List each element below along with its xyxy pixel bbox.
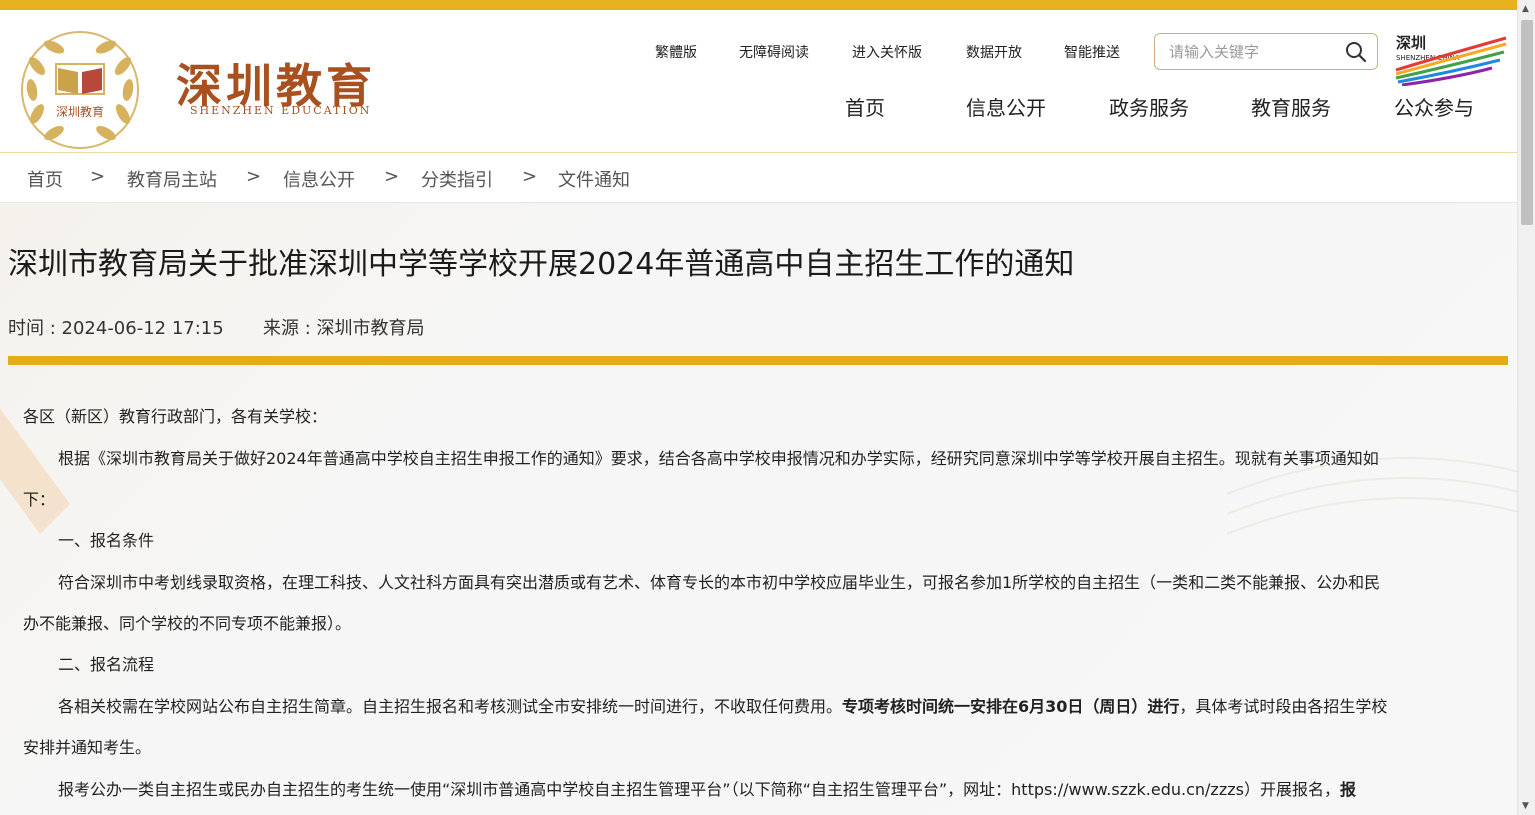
text-run: ，具体考试时段由各招生学校 bbox=[1179, 697, 1388, 716]
nav-public-participation[interactable]: 公众参与 bbox=[1394, 92, 1474, 121]
emblem-text: 深圳教育 bbox=[56, 104, 104, 119]
bold-text: 报 bbox=[1339, 780, 1356, 799]
paragraph: 根据《深圳市教育局关于做好2024年普通高中学校自主招生申报工作的通知》要求，结… bbox=[58, 449, 1379, 468]
bold-text: 专项考核时间统一安排在6月30日（周日）进行 bbox=[842, 697, 1180, 716]
text-run: 各相关校需在学校网站公布自主招生简章。自主招生报名和考核测试全市安排统一时间进行… bbox=[58, 697, 843, 716]
article-source: 来源 : 深圳市教育局 bbox=[263, 318, 425, 339]
article-title: 深圳市教育局关于批准深圳中学等学校开展2024年普通高中自主招生工作的通知 bbox=[8, 247, 1075, 282]
paragraph: 符合深圳市中考划线录取资格，在理工科技、人文社科方面具有突出潜质或有艺术、体育专… bbox=[58, 573, 1381, 592]
breadcrumb-home[interactable]: 首页 bbox=[27, 166, 63, 192]
breadcrumb-category-guide[interactable]: 分类指引 bbox=[421, 166, 493, 192]
top-accent-bar bbox=[0, 0, 1517, 10]
nav-info-disclosure[interactable]: 信息公开 bbox=[966, 92, 1046, 121]
breadcrumb-separator: > bbox=[90, 166, 106, 187]
open-data-link[interactable]: 数据开放 bbox=[966, 42, 1022, 62]
scroll-down-arrow-icon[interactable]: ▼ bbox=[1522, 801, 1529, 811]
nav-government-services[interactable]: 政务服务 bbox=[1109, 92, 1189, 121]
site-logo-subtitle: SHENZHEN EDUCATION bbox=[190, 104, 372, 117]
breadcrumb: 首页 > 教育局主站 > 信息公开 > 分类指引 > 文件通知 bbox=[0, 153, 1517, 203]
paragraph: 办不能兼报、同个学校的不同专项不能兼报）。 bbox=[23, 614, 352, 633]
search-input[interactable] bbox=[1169, 40, 1339, 64]
shenzhen-china-logo[interactable]: 深圳 SHENZHEN CHINA bbox=[1392, 30, 1510, 86]
paragraph: 各相关校需在学校网站公布自主招生简章。自主招生报名和考核测试全市安排统一时间进行… bbox=[23, 686, 1495, 727]
paragraph: 报考公办一类自主招生或民办自主招生的考生统一使用“深圳市普通高中学校自主招生管理… bbox=[23, 769, 1495, 810]
breadcrumb-separator: > bbox=[522, 166, 538, 187]
nav-home[interactable]: 首页 bbox=[845, 92, 885, 121]
title-divider bbox=[8, 356, 1508, 365]
scroll-up-arrow-icon[interactable]: ▲ bbox=[1522, 4, 1529, 14]
section-heading: 一、报名条件 bbox=[58, 531, 155, 550]
nav-education-services[interactable]: 教育服务 bbox=[1251, 92, 1331, 121]
article-content: 深圳市教育局关于批准深圳中学等学校开展2024年普通高中自主招生工作的通知 时间… bbox=[0, 204, 1517, 815]
accessibility-link[interactable]: 无障碍阅读 bbox=[739, 42, 809, 62]
emblem-logo[interactable]: 深圳教育 bbox=[18, 28, 142, 152]
paragraph: 安排并通知考生。 bbox=[23, 738, 152, 757]
smart-push-link[interactable]: 智能推送 bbox=[1064, 42, 1120, 62]
search-box bbox=[1154, 33, 1378, 70]
article-time: 时间 : 2024-06-12 17:15 bbox=[8, 318, 224, 339]
care-mode-link[interactable]: 进入关怀版 bbox=[852, 42, 922, 62]
breadcrumb-separator: > bbox=[246, 166, 262, 187]
search-icon[interactable] bbox=[1345, 41, 1367, 63]
traditional-chinese-link[interactable]: 繁體版 bbox=[655, 42, 697, 62]
breadcrumb-file-notice[interactable]: 文件通知 bbox=[558, 166, 630, 192]
breadcrumb-main-site[interactable]: 教育局主站 bbox=[127, 166, 217, 192]
china-logo-cn: 深圳 bbox=[1396, 34, 1426, 52]
text-run: 报考公办一类自主招生或民办自主招生的考生统一使用“深圳市普通高中学校自主招生管理… bbox=[58, 780, 1340, 799]
breadcrumb-separator: > bbox=[384, 166, 400, 187]
vertical-scrollbar[interactable]: ▲ ▼ bbox=[1517, 0, 1535, 815]
paragraph: 下： bbox=[23, 490, 56, 509]
breadcrumb-info-disclosure[interactable]: 信息公开 bbox=[283, 166, 355, 192]
salutation: 各区（新区）教育行政部门，各有关学校： bbox=[23, 407, 328, 426]
site-header: 深圳教育 深圳教育 SHENZHEN EDUCATION 繁體版 无障碍阅读 进… bbox=[0, 10, 1517, 153]
scrollbar-thumb[interactable] bbox=[1521, 20, 1533, 225]
section-heading: 二、报名流程 bbox=[58, 655, 155, 674]
